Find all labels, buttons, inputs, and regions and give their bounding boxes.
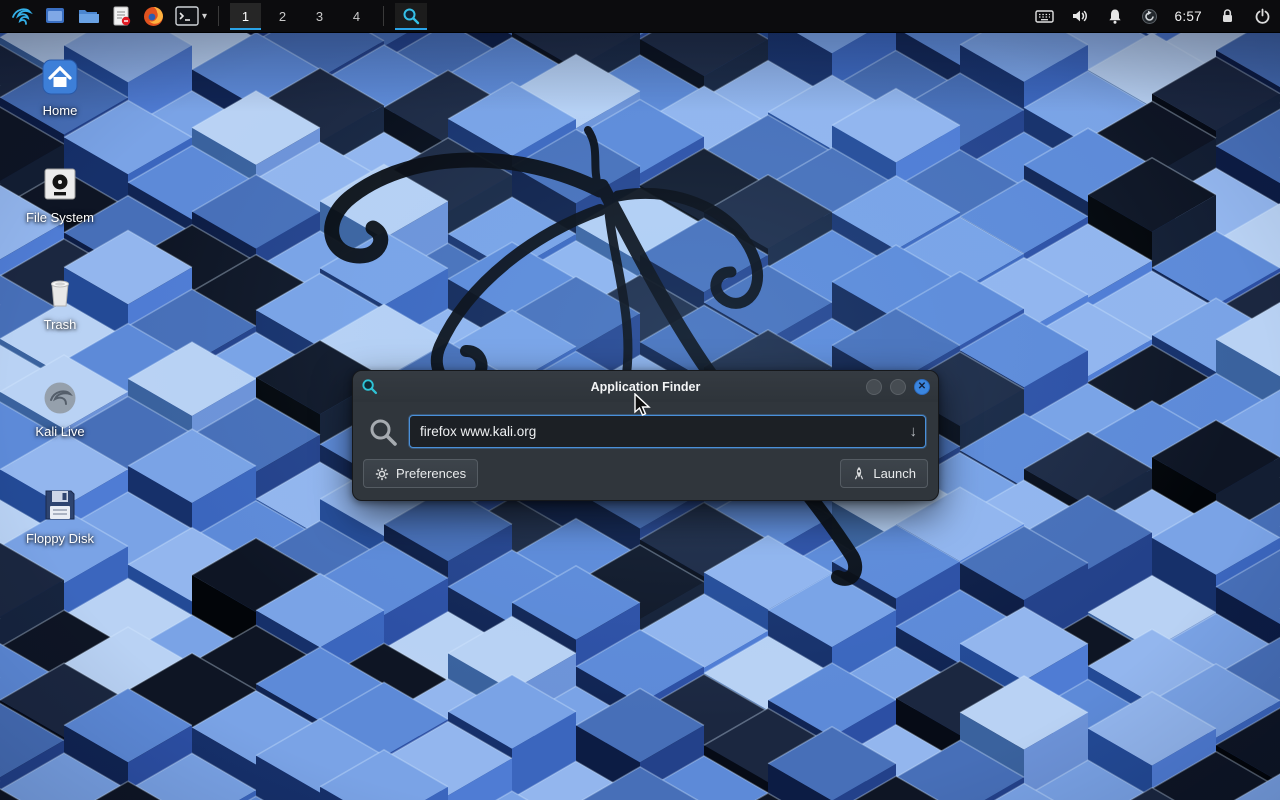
floppy-disk-icon (39, 484, 81, 526)
notifications-tray-button[interactable] (1105, 6, 1125, 26)
kali-logo-icon (10, 4, 34, 28)
launch-icon (852, 466, 866, 481)
desktop-icon-home[interactable]: Home (8, 56, 112, 118)
lock-icon (1220, 8, 1235, 24)
gear-icon (375, 467, 389, 481)
desktop-icon-label: Kali Live (35, 425, 84, 439)
home-icon (39, 56, 81, 98)
app-finder-window-icon (361, 378, 378, 395)
kali-live-icon (39, 377, 81, 419)
folder-icon (77, 5, 99, 27)
updates-tray-button[interactable] (1140, 6, 1160, 26)
system-tray: 6:57 (1035, 6, 1272, 26)
search-icon (367, 416, 399, 448)
titlebar[interactable]: Application Finder ✕ (353, 371, 938, 402)
desktop-icon-file-system[interactable]: File System (8, 163, 112, 225)
kali-menu-button[interactable] (8, 3, 35, 30)
workspace-button-2[interactable]: 2 (267, 3, 298, 30)
folder-launcher[interactable] (74, 3, 101, 30)
firefox-icon (143, 6, 164, 27)
search-row: ↓ (353, 402, 938, 448)
files-icon (44, 5, 66, 27)
panel-clock[interactable]: 6:57 (1175, 9, 1202, 24)
workspace-button-3[interactable]: 3 (304, 3, 335, 30)
terminal-launcher[interactable] (173, 3, 200, 30)
hard-drive-icon (39, 163, 81, 205)
power-icon (1254, 8, 1271, 25)
volume-tray-button[interactable] (1070, 6, 1090, 26)
desktop-icon-floppy-disk[interactable]: Floppy Disk (8, 484, 112, 546)
taskbar-application-finder[interactable] (395, 3, 427, 30)
application-finder-window: Application Finder ✕ ↓ Preferences (352, 370, 939, 501)
logout-tray-button[interactable] (1252, 6, 1272, 26)
launch-label: Launch (873, 466, 916, 481)
desktop-icon-label: Home (43, 104, 78, 118)
keyboard-icon (1035, 9, 1054, 24)
desktop-icon-kali-live[interactable]: Kali Live (8, 377, 112, 439)
screen-lock-tray-button[interactable] (1217, 6, 1237, 26)
workspace-button-1[interactable]: 1 (230, 3, 261, 30)
maximize-button[interactable] (890, 379, 906, 395)
desktop-icon-trash[interactable]: Trash (8, 270, 112, 332)
window-title: Application Finder (353, 380, 938, 394)
desktop-icon-label: Trash (44, 318, 77, 332)
launch-button[interactable]: Launch (840, 459, 928, 488)
speaker-icon (1071, 8, 1088, 24)
app-finder-task-icon (402, 7, 420, 25)
text-editor-launcher[interactable] (107, 3, 134, 30)
minimize-button[interactable] (866, 379, 882, 395)
terminal-icon (175, 6, 199, 26)
firefox-launcher[interactable] (140, 3, 167, 30)
display-keyboard-tray-button[interactable] (1035, 6, 1055, 26)
top-panel: ▾ 1 2 3 4 (0, 0, 1280, 33)
trash-icon (39, 270, 81, 312)
bell-icon (1107, 8, 1123, 25)
file-manager-launcher[interactable] (41, 3, 68, 30)
command-input[interactable] (409, 415, 926, 448)
desktop-icon-label: File System (26, 211, 94, 225)
desktop-icon-label: Floppy Disk (26, 532, 94, 546)
preferences-label: Preferences (396, 466, 466, 481)
panel-separator (218, 6, 219, 26)
preferences-button[interactable]: Preferences (363, 459, 478, 488)
workspace-button-4[interactable]: 4 (341, 3, 372, 30)
document-icon (110, 5, 132, 27)
close-button[interactable]: ✕ (914, 379, 930, 395)
launcher-dropdown-caret[interactable]: ▾ (202, 11, 207, 22)
close-icon: ✕ (918, 382, 926, 392)
dialog-buttons: Preferences Launch (353, 448, 938, 500)
circular-arrow-icon (1141, 8, 1158, 25)
panel-separator (383, 6, 384, 26)
